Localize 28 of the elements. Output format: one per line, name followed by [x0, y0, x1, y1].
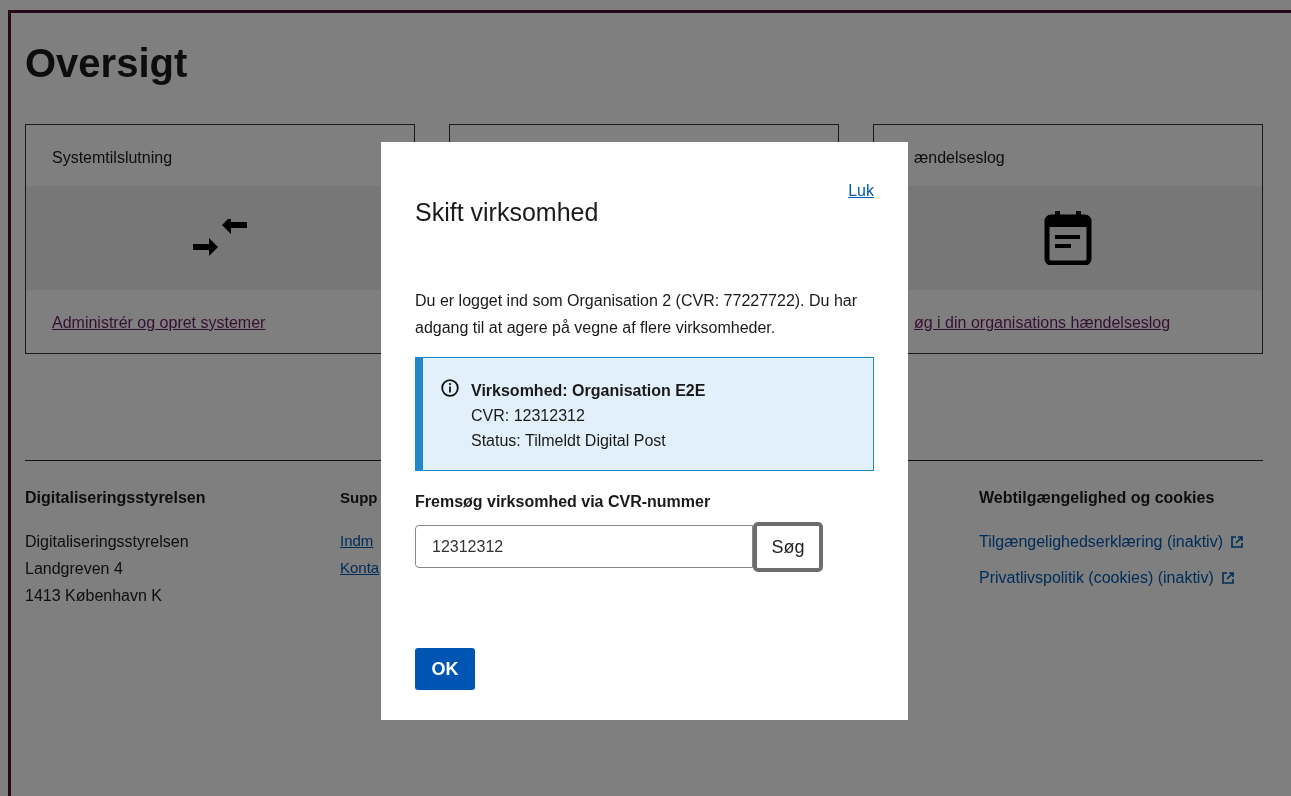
ok-button[interactable]: OK	[415, 648, 475, 690]
footer-link[interactable]: Privatlivspolitik (cookies) (inaktiv)	[979, 565, 1214, 591]
search-button[interactable]: Søg	[753, 522, 823, 572]
search-label: Fremsøg virksomhed via CVR-nummer	[415, 493, 712, 511]
card-link[interactable]: Administrér og opret systemer	[52, 314, 266, 331]
dialog-text: Du er logget ind som Organisation 2 (CVR: 77227722). Du har adgang til at agere på vegne af flere virksomheder.	[415, 291, 858, 338]
card-link[interactable]: øg i din organisations hændelseslog	[914, 314, 1171, 331]
footer-link[interactable]: Konta	[340, 555, 380, 581]
info-icon	[441, 379, 459, 397]
footer-heading: Supp	[340, 489, 378, 506]
footer-link[interactable]: Indm	[340, 528, 374, 554]
footer-heading: Digitaliseringsstyrelsen	[25, 489, 206, 507]
page-title: Oversigt	[25, 40, 189, 87]
info-line: Status: Tilmeldt Digital Post	[471, 431, 667, 451]
calendar-icon	[1044, 211, 1092, 265]
address-line: Digitaliseringsstyrelsen	[25, 532, 190, 552]
address-line: Landgreven 4	[25, 559, 124, 579]
card-title: Systemtilslutning	[52, 149, 173, 166]
info-line: Virksomhed: Organisation E2E	[471, 381, 706, 401]
footer-link[interactable]: Tilgængelighedserklæring (inaktiv)	[979, 529, 1223, 555]
card-title: ændelseslog	[914, 149, 1005, 166]
cvr-input-field[interactable]: 12312312	[415, 525, 753, 568]
close-link[interactable]: Luk	[848, 182, 874, 200]
info-line: CVR: 12312312	[471, 406, 586, 426]
dialog-title: Skift virksomhed	[415, 198, 599, 227]
footer-heading: Webtilgængelighed og cookies	[979, 489, 1215, 507]
arrows-icon	[193, 219, 247, 257]
address-line: 1413 København K	[25, 586, 163, 606]
